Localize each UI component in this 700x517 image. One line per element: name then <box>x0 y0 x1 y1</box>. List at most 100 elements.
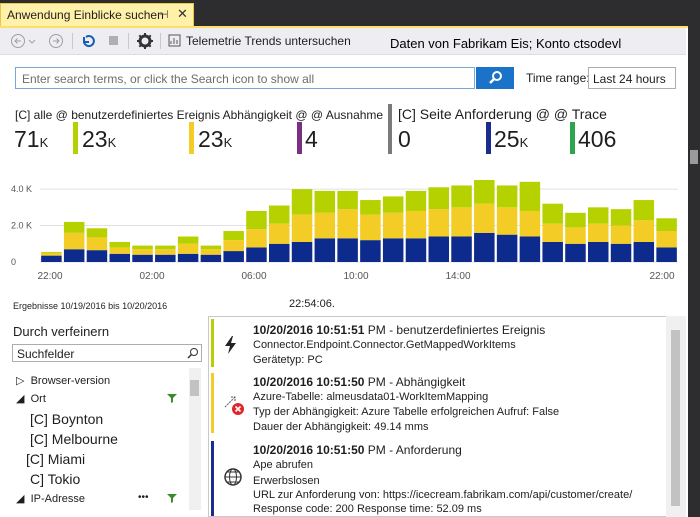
bar-segment-yellow[interactable] <box>610 225 632 244</box>
result-item[interactable]: 10/20/2016 10:51:50 PM - Anforderung Ape… <box>209 441 667 516</box>
bar-segment-blue[interactable] <box>360 240 381 262</box>
metric-value[interactable]: 406 <box>578 126 616 153</box>
bar-segment-yellow[interactable] <box>633 220 655 242</box>
bar-segment-yellow[interactable] <box>246 229 267 248</box>
bar-segment-yellow[interactable] <box>86 237 108 251</box>
bar-segment-blue[interactable] <box>155 254 176 262</box>
bar-segment-green[interactable] <box>360 200 381 215</box>
pin-icon[interactable]: ⊣ <box>159 8 169 21</box>
bar-segment-blue[interactable] <box>633 241 655 262</box>
facet-node-ip-address[interactable]: ◢ IP-Adresse <box>16 492 85 505</box>
bar-segment-yellow[interactable] <box>565 227 586 244</box>
document-tab[interactable]: Anwendung Einblicke suchen ⊣ ✕ <box>0 3 194 26</box>
bar-segment-blue[interactable] <box>405 238 427 262</box>
bar-segment-green[interactable] <box>519 181 541 211</box>
bar-segment-green[interactable] <box>565 212 586 228</box>
bar-segment-green[interactable] <box>587 207 609 224</box>
facet-value-melbourne[interactable]: [C] Melbourne <box>30 431 118 447</box>
bar-segment-green[interactable] <box>86 228 108 238</box>
bar-segment-yellow[interactable] <box>291 214 313 242</box>
metric-value[interactable]: 0 <box>398 126 411 153</box>
bar-segment-green[interactable] <box>314 190 336 213</box>
bar-segment-yellow[interactable] <box>223 240 244 252</box>
bar-segment-yellow[interactable] <box>155 249 176 255</box>
metric-value[interactable]: 71K <box>14 126 48 153</box>
bar-segment-yellow[interactable] <box>474 203 495 233</box>
bar-segment-green[interactable] <box>656 218 677 232</box>
bar-segment-yellow[interactable] <box>314 212 336 239</box>
bar-segment-yellow[interactable] <box>360 214 381 241</box>
bar-segment-yellow[interactable] <box>268 223 290 244</box>
bar-segment-green[interactable] <box>223 231 244 241</box>
close-icon[interactable]: ✕ <box>177 6 188 22</box>
bar-segment-blue[interactable] <box>428 236 450 262</box>
bar-segment-blue[interactable] <box>177 253 199 262</box>
back-icon[interactable] <box>10 33 36 49</box>
trends-icon[interactable] <box>168 34 182 48</box>
bar-segment-blue[interactable] <box>587 241 609 262</box>
bar-segment-green[interactable] <box>542 203 563 224</box>
more-options-icon[interactable]: ••• <box>138 492 149 503</box>
search-icon[interactable] <box>187 347 199 359</box>
search-button[interactable] <box>476 67 514 89</box>
bar-segment-blue[interactable] <box>223 251 244 262</box>
result-item[interactable]: 10/20/2016 10:51:51 PM - benutzerdefinie… <box>209 319 667 369</box>
bar-segment-blue[interactable] <box>337 238 358 262</box>
window-scrollbar[interactable] <box>688 0 700 517</box>
bar-segment-green[interactable] <box>610 209 632 226</box>
bar-segment-green[interactable] <box>41 251 62 253</box>
bar-segment-green[interactable] <box>405 190 427 211</box>
bar-segment-blue[interactable] <box>496 234 518 262</box>
bar-segment-blue[interactable] <box>291 241 313 262</box>
bar-segment-blue[interactable] <box>656 247 677 262</box>
search-input[interactable]: Enter search terms, or click the Search … <box>15 67 475 89</box>
bar-segment-green[interactable] <box>291 189 313 215</box>
bar-segment-blue[interactable] <box>565 243 586 262</box>
bar-segment-yellow[interactable] <box>542 223 563 242</box>
bar-segment-yellow[interactable] <box>428 209 450 237</box>
facet-value-boynton[interactable]: [C] Boynton <box>30 411 103 427</box>
facet-node-ort[interactable]: ◢ Ort <box>16 392 46 405</box>
bar-segment-yellow[interactable] <box>63 232 85 250</box>
bar-segment-blue[interactable] <box>41 255 62 262</box>
bar-segment-green[interactable] <box>63 221 85 233</box>
bar-segment-blue[interactable] <box>519 236 541 262</box>
bar-segment-green[interactable] <box>155 245 176 250</box>
bar-segment-green[interactable] <box>633 200 655 221</box>
filter-icon[interactable] <box>166 492 178 504</box>
bar-segment-blue[interactable] <box>542 241 563 262</box>
time-range-select[interactable]: Last 24 hours <box>588 67 676 89</box>
bar-segment-yellow[interactable] <box>382 212 404 239</box>
bar-segment-blue[interactable] <box>63 249 85 262</box>
bar-segment-green[interactable] <box>474 180 495 204</box>
collapse-arrow-icon[interactable]: ◢ <box>16 493 24 505</box>
stop-icon[interactable] <box>108 35 120 47</box>
bar-segment-blue[interactable] <box>382 238 404 262</box>
metric-value[interactable]: 23K <box>198 126 232 153</box>
bar-segment-green[interactable] <box>177 236 199 244</box>
bar-segment-green[interactable] <box>109 241 131 248</box>
bar-segment-yellow[interactable] <box>177 243 199 254</box>
collapse-arrow-icon[interactable]: ◢ <box>16 393 24 405</box>
bar-segment-green[interactable] <box>382 196 404 213</box>
bar-segment-blue[interactable] <box>474 232 495 262</box>
window-scrollbar-thumb[interactable] <box>690 150 698 164</box>
bar-segment-blue[interactable] <box>132 254 153 262</box>
facet-value-miami[interactable]: [C] Miami <box>26 451 85 467</box>
results-scrollbar-thumb[interactable] <box>671 330 680 506</box>
facet-node-browser-version[interactable]: ▷ Browser-version <box>16 374 110 387</box>
bar-segment-blue[interactable] <box>451 236 472 262</box>
bar-segment-blue[interactable] <box>314 238 336 262</box>
bar-segment-green[interactable] <box>428 187 450 210</box>
bar-segment-blue[interactable] <box>246 247 267 262</box>
facet-scrollbar-thumb[interactable] <box>190 380 199 396</box>
facet-search-input[interactable]: Suchfelder <box>12 344 202 362</box>
bar-segment-yellow[interactable] <box>200 249 222 255</box>
trend-chart[interactable]: 4.0 K 2.0 K 0 22:00 02:00 06:00 10:00 14:00 22:0… <box>0 180 686 290</box>
bar-segment-green[interactable] <box>132 245 153 250</box>
bar-segment-yellow[interactable] <box>132 249 153 255</box>
bar-segment-blue[interactable] <box>109 253 131 262</box>
filter-icon[interactable] <box>166 392 178 404</box>
facet-value-tokio[interactable]: C] Tokio <box>30 471 80 487</box>
bar-segment-yellow[interactable] <box>519 210 541 237</box>
